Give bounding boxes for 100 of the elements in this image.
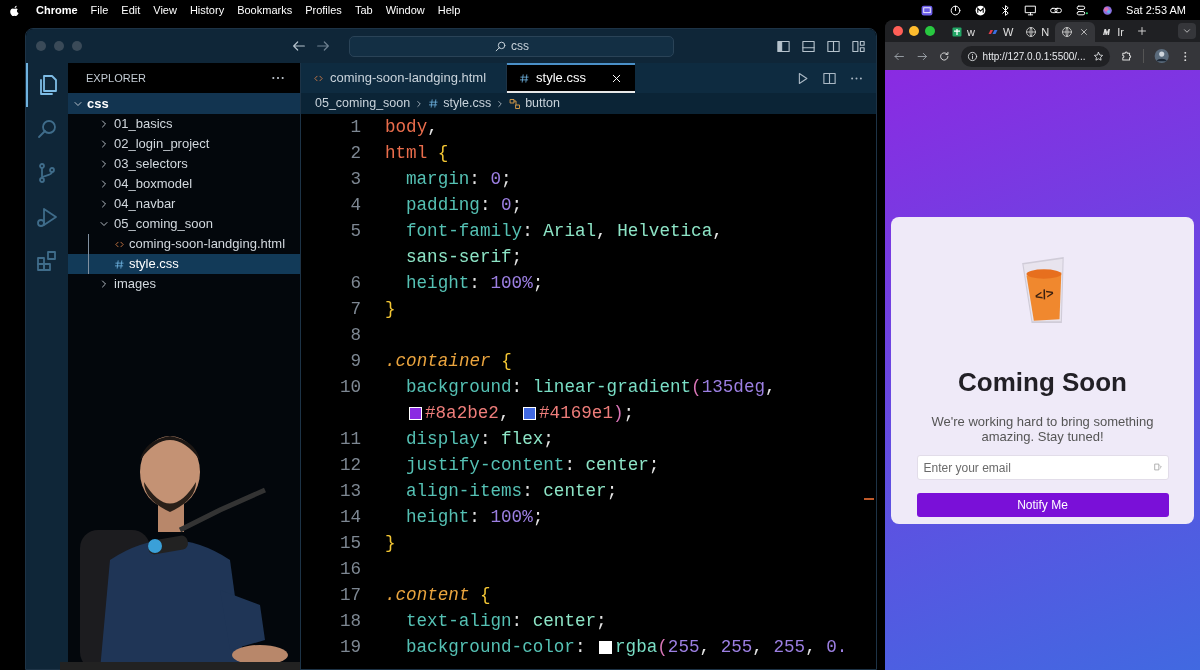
code-token: justify-content: [406, 454, 565, 477]
apple-icon[interactable]: [8, 3, 21, 17]
debug-icon: [35, 205, 59, 229]
color-swatch[interactable]: [599, 640, 613, 654]
display-icon[interactable]: [1024, 3, 1038, 17]
address-bar[interactable]: http://127.0.0.1:5500/...: [960, 45, 1110, 67]
search-field[interactable]: css: [349, 35, 674, 57]
cup-drawing: [1020, 254, 1065, 325]
reload-icon[interactable]: [938, 49, 951, 63]
menu-item[interactable]: Profiles: [305, 1, 342, 19]
folder-row[interactable]: 03_selectors: [68, 154, 300, 174]
info-icon: [966, 50, 978, 62]
menu-item[interactable]: Tab: [354, 1, 373, 19]
line-number: 8: [349, 324, 361, 347]
code-token: align-items: [406, 480, 523, 503]
siri-icon[interactable]: [1101, 3, 1115, 17]
line-number: 4: [349, 194, 361, 217]
line-number: 5: [349, 220, 361, 243]
split-layout-icon[interactable]: [826, 38, 841, 54]
split-editor-icon[interactable]: [822, 70, 837, 86]
globe-icon: [1061, 26, 1074, 38]
folder-row[interactable]: 04_navbar: [68, 194, 300, 214]
folder-row[interactable]: 04_boxmodel: [68, 174, 300, 194]
customize-layout-icon[interactable]: [851, 38, 866, 54]
code-token: }: [385, 298, 396, 321]
line-number: 1: [349, 116, 361, 139]
search-icon: [494, 39, 507, 53]
code-token: ;: [543, 428, 554, 451]
panel-toggle-icon[interactable]: [801, 38, 816, 54]
browser-tab[interactable]: W: [980, 22, 1020, 42]
file-row[interactable]: coming-soon-landging.html: [68, 234, 300, 254]
code-token: :: [479, 428, 492, 451]
back-icon[interactable]: [291, 38, 307, 54]
menu-item[interactable]: File: [90, 1, 109, 19]
menu-item[interactable]: Bookmarks: [237, 1, 293, 19]
code-token: height: [406, 272, 470, 295]
line-number: 14: [338, 506, 361, 529]
new-tab-icon[interactable]: [1136, 25, 1149, 37]
line-number: 12: [338, 454, 361, 477]
color-swatch[interactable]: [523, 406, 537, 420]
page-title: Coming Soon: [958, 365, 1127, 399]
line-number: 7: [349, 298, 361, 321]
line-number: 2: [349, 142, 361, 165]
line-number: 13: [338, 480, 361, 503]
folder-row[interactable]: images: [68, 274, 300, 294]
line-number: 15: [338, 532, 361, 555]
email-field[interactable]: Enter your email: [916, 455, 1169, 480]
breadcrumb-item[interactable]: style.css: [428, 94, 492, 113]
editor-tab[interactable]: style.css: [507, 63, 635, 93]
extensions-icon[interactable]: [1119, 49, 1134, 63]
line-number: 3: [349, 168, 361, 191]
browser-tab[interactable]: [1055, 22, 1096, 42]
forward-icon[interactable]: [315, 38, 331, 54]
breadcrumb-item[interactable]: button: [509, 94, 560, 113]
folder-row[interactable]: 02_login_project: [68, 134, 300, 154]
clock[interactable]: Sat 2:53 AM: [1126, 1, 1186, 19]
grid-icon: [951, 26, 963, 38]
status-icon[interactable]: [974, 3, 988, 17]
code-token: ,: [699, 636, 712, 659]
close-icon[interactable]: [1079, 27, 1090, 37]
control-center-icon[interactable]: [1075, 3, 1090, 17]
code-token: ): [612, 402, 624, 425]
menu-item[interactable]: Edit: [121, 1, 141, 19]
code-token: :: [564, 454, 576, 477]
app-menu[interactable]: Chrome: [36, 1, 78, 19]
breadcrumb-item[interactable]: 05_coming_soon: [315, 94, 411, 113]
line-number: 17: [338, 584, 361, 607]
menu-item[interactable]: Help: [437, 1, 461, 19]
browser-tab[interactable]: w: [945, 22, 981, 42]
code-token: flex: [501, 428, 544, 451]
file-row[interactable]: style.css: [68, 254, 300, 274]
star-icon[interactable]: [1092, 50, 1104, 62]
code-token: 255: [773, 636, 806, 659]
browser-tab[interactable]: Ir: [1095, 22, 1131, 42]
menu-item[interactable]: History: [189, 1, 225, 19]
sidebar-toggle-icon[interactable]: [776, 38, 791, 54]
menu-item[interactable]: View: [153, 1, 177, 19]
code-token: height: [406, 506, 470, 529]
code-token: 0.: [826, 636, 848, 659]
code-token: :: [469, 272, 481, 295]
folder-row[interactable]: 01_basics: [68, 114, 300, 134]
menu-item[interactable]: Window: [385, 1, 425, 19]
browser-tab[interactable]: N: [1019, 22, 1056, 42]
line-number: 9: [349, 350, 361, 373]
code-token: (: [691, 376, 702, 399]
avatar-icon[interactable]: [1154, 48, 1170, 64]
code-token: rgba: [615, 636, 658, 659]
globe-icon: [1025, 26, 1038, 38]
code-token: 255: [667, 636, 700, 659]
code-token: center: [532, 610, 597, 633]
folder-row[interactable]: css: [68, 93, 300, 114]
notify-button[interactable]: Notify Me: [916, 492, 1169, 517]
code-token: Helvetica: [617, 220, 713, 243]
color-swatch[interactable]: [409, 406, 422, 420]
folder-row[interactable]: 05_coming_soon: [68, 214, 300, 234]
line-number: 6: [349, 272, 361, 295]
extensions-icon: [35, 249, 59, 273]
power-icon[interactable]: [949, 3, 963, 17]
code-token: :: [522, 480, 534, 503]
code-token: font-family: [406, 220, 523, 243]
